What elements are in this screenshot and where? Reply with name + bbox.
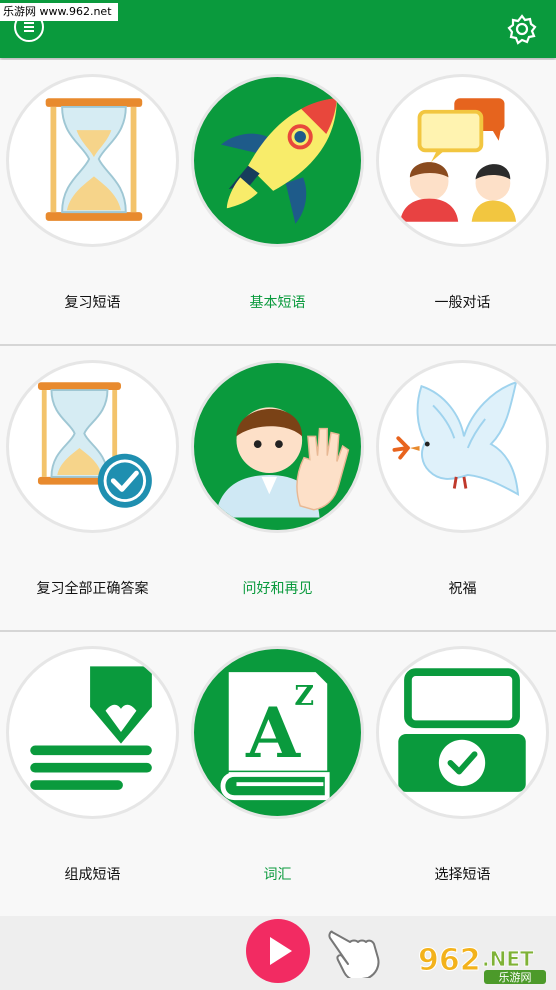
tile-general-conversation[interactable]: 一般对话 (370, 60, 555, 344)
tile-label: 组成短语 (64, 867, 121, 883)
svg-text:乐游网: 乐游网 (499, 971, 532, 984)
tile-compose-phrases[interactable]: 组成短语 (0, 632, 185, 916)
svg-text:962: 962 (418, 943, 481, 978)
tile-review-all-correct[interactable]: 复习全部正确答案 (0, 346, 185, 630)
tile-greetings-goodbye[interactable]: 问好和再见 (185, 346, 370, 630)
section-row-1: 复习短语 基本短语 一般对话 (0, 60, 556, 346)
tile-label: 问好和再见 (242, 581, 313, 597)
site-watermark: 乐游网 www.962.net (0, 3, 118, 21)
dove-icon (392, 380, 520, 497)
tile-basic-phrases[interactable]: 基本短语 (185, 60, 370, 344)
rocket-icon (221, 98, 337, 224)
tile-label: 祝福 (448, 581, 477, 597)
site-logo: 962 .NET 乐游网 (414, 940, 552, 986)
section-row-3: 组成短语 A Z 词汇 选择短语 (0, 632, 556, 918)
section-row-2: 复习全部正确答案 问好和再见 祝福 (0, 346, 556, 632)
select-check-icon (398, 668, 526, 792)
gear-icon (507, 14, 537, 45)
pencil-lines-icon (30, 666, 152, 790)
conversation-icon (400, 98, 517, 222)
hourglass-check-icon (37, 382, 152, 508)
svg-text:Z: Z (294, 681, 314, 712)
tile-label: 基本短语 (249, 295, 306, 311)
dictionary-icon: A Z (220, 672, 330, 801)
pointing-hand (328, 922, 384, 981)
tile-review-phrases[interactable]: 复习短语 (0, 60, 185, 344)
svg-text:.NET: .NET (482, 947, 534, 971)
settings-button[interactable] (505, 12, 539, 46)
tile-label: 复习全部正确答案 (36, 581, 149, 597)
tile-label: 复习短语 (64, 295, 121, 311)
hourglass-icon (45, 98, 143, 221)
play-button[interactable] (246, 919, 310, 983)
svg-text:A: A (245, 693, 301, 774)
tile-vocabulary[interactable]: A Z 词汇 (185, 632, 370, 916)
pointing-hand-icon (328, 930, 380, 981)
tile-label: 词汇 (263, 867, 292, 883)
tile-blessings[interactable]: 祝福 (370, 346, 555, 630)
tile-select-phrases[interactable]: 选择短语 (370, 632, 555, 916)
waving-person-icon (215, 407, 350, 518)
play-icon (270, 937, 292, 965)
tile-label: 选择短语 (434, 867, 491, 883)
tile-label: 一般对话 (434, 295, 491, 311)
